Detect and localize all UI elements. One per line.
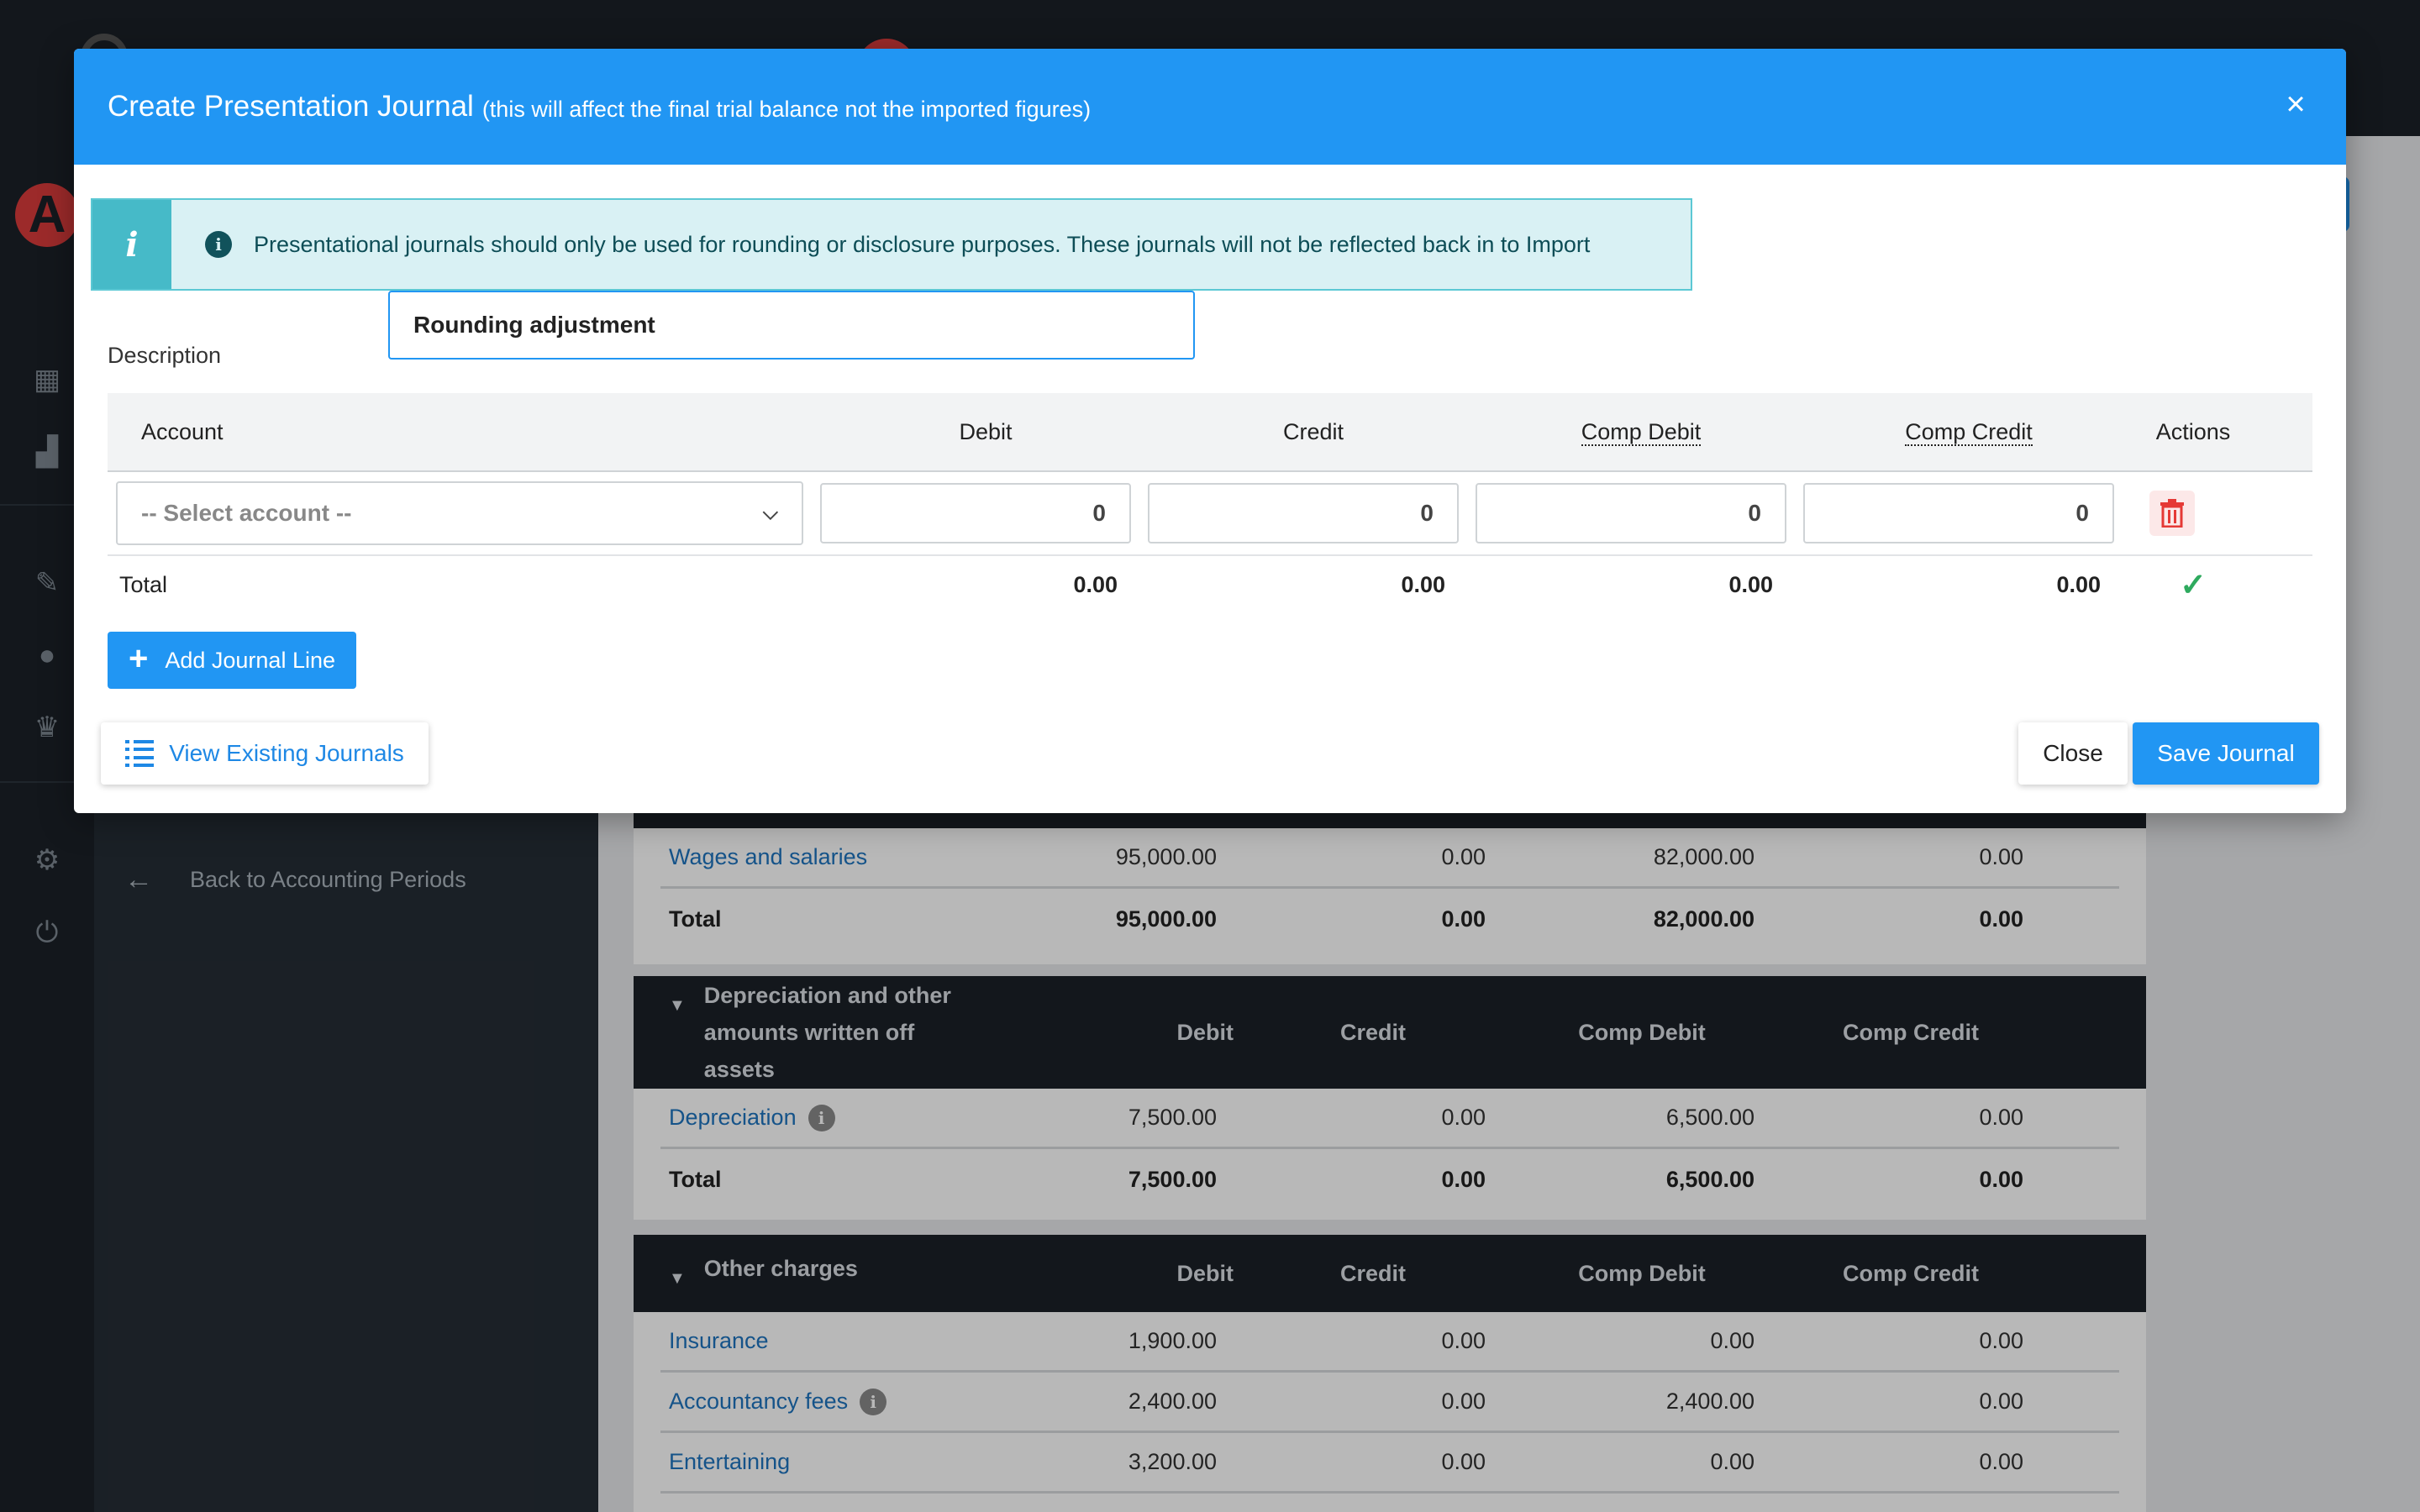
total-credit: 0.00 — [1401, 571, 1445, 597]
list-icon — [125, 740, 155, 767]
header-comp-debit: Comp Debit — [1581, 418, 1702, 446]
header-credit: Credit — [1282, 418, 1344, 444]
info-circle-icon: i — [205, 231, 232, 258]
modal-header: Create Presentation Journal (this will a… — [74, 49, 2346, 165]
header-debit: Debit — [959, 418, 1013, 444]
total-debit: 0.00 — [1073, 571, 1118, 597]
header-comp-credit: Comp Credit — [1905, 418, 2033, 446]
modal-subtitle: (this will affect the final trial balanc… — [481, 96, 1092, 122]
description-input[interactable] — [388, 291, 1195, 360]
save-journal-button[interactable]: Save Journal — [2133, 722, 2319, 785]
journal-line-row: -- Select account -- ⌵ — [108, 472, 2312, 556]
plus-icon: + — [128, 639, 149, 677]
delete-line-button[interactable] — [2149, 491, 2195, 536]
close-button[interactable]: Close — [2018, 722, 2128, 785]
info-alert: i i Presentational journals should only … — [91, 198, 1692, 291]
journal-lines-table: Account Debit Credit Comp Debit Comp Cre… — [108, 393, 2312, 613]
total-comp-credit: 0.00 — [2056, 571, 2101, 597]
add-journal-line-label: Add Journal Line — [165, 647, 335, 673]
info-side-icon: i — [92, 200, 171, 289]
view-existing-journals-button[interactable]: View Existing Journals — [101, 722, 429, 785]
total-comp-debit: 0.00 — [1728, 571, 1773, 597]
comp-credit-input[interactable] — [1803, 483, 2114, 543]
total-label: Total — [119, 571, 168, 597]
chevron-down-icon: ⌵ — [762, 501, 778, 524]
view-existing-label: View Existing Journals — [169, 740, 404, 766]
modal-title: Create Presentation Journal — [108, 90, 474, 123]
create-journal-modal: Create Presentation Journal (this will a… — [74, 49, 2346, 813]
debit-input[interactable] — [820, 483, 1131, 543]
close-icon[interactable]: × — [2279, 87, 2312, 121]
add-journal-line-button[interactable]: + Add Journal Line — [108, 632, 356, 689]
comp-debit-input[interactable] — [1476, 483, 1786, 543]
account-select-placeholder: -- Select account -- — [141, 500, 352, 526]
description-label: Description — [108, 343, 222, 368]
alert-message: Presentational journals should only be u… — [254, 231, 1591, 257]
header-actions: Actions — [2155, 418, 2231, 444]
trash-icon — [2160, 499, 2184, 528]
totals-row: Total 0.00 0.00 0.00 0.00 ✓ — [108, 556, 2312, 613]
account-select[interactable]: -- Select account -- ⌵ — [116, 481, 803, 545]
table-header: Account Debit Credit Comp Debit Comp Cre… — [108, 393, 2312, 472]
credit-input[interactable] — [1148, 483, 1459, 543]
header-account: Account — [141, 418, 224, 444]
checkmark-icon: ✓ — [2180, 567, 2207, 603]
